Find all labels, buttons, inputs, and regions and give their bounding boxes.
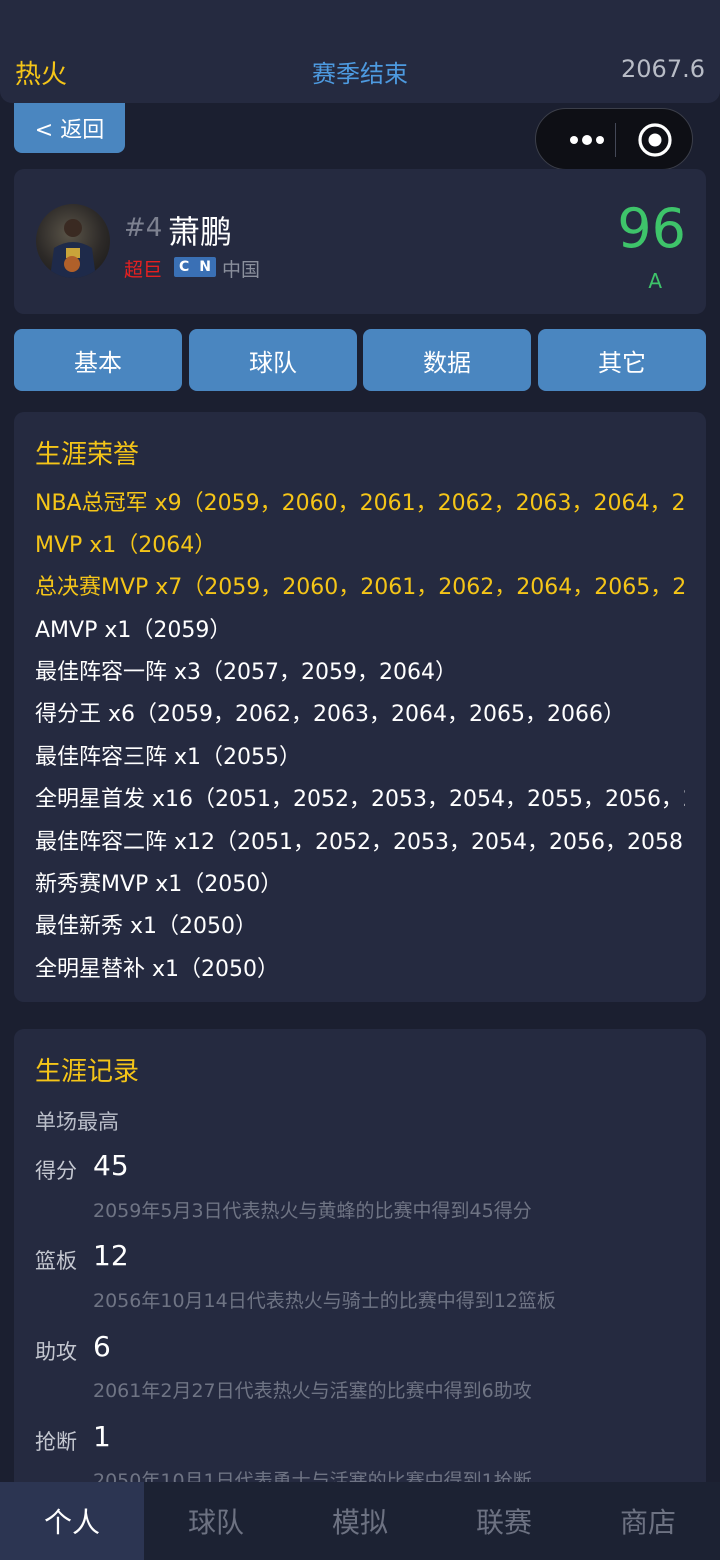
nav-league[interactable]: 联赛 [432,1482,576,1560]
player-name: 萧鹏 [168,213,233,251]
honor-item: 新秀赛MVP x1（2050） [35,872,283,897]
record-label: 篮板 [35,1249,77,1273]
tab-stats[interactable]: 数据 [363,329,531,391]
nav-team[interactable]: 球队 [144,1482,288,1560]
top-bar: 热火 赛季结束 2067.6 [0,0,720,103]
close-mini-program-icon[interactable] [637,122,673,158]
jersey-number: #4 [124,213,163,243]
honor-item: 最佳阵容一阵 x3（2057，2059，2064） [35,660,457,685]
records-subtitle: 单场最高 [35,1110,119,1134]
more-icon[interactable] [558,122,616,158]
record-description: 2061年2月27日代表热火与活塞的比赛中得到6助攻 [93,1380,532,1402]
honor-item: 全明星替补 x1（2050） [35,957,279,982]
honor-item: AMVP x1（2059） [35,618,232,643]
honor-item: 最佳阵容二阵 x12（2051，2052，2053，2054，2056，2058… [35,830,685,855]
record-description: 2059年5月3日代表热火与黄蜂的比赛中得到45得分 [93,1200,532,1222]
nav-shop[interactable]: 商店 [576,1482,720,1560]
overall-rating: 96 [617,197,686,260]
player-country: 中国 [222,259,261,281]
player-tier-badge: 超巨 [124,259,163,281]
record-value: 1 [93,1420,111,1453]
honor-item: 最佳新秀 x1（2050） [35,914,257,939]
honor-item: NBA总冠军 x9（2059，2060，2061，2062，2063，2064，… [35,491,685,516]
record-label: 得分 [35,1159,77,1183]
country-code-letter: N [199,259,211,275]
money-balance: 2067.6 [621,55,705,83]
honor-item: MVP x1（2064） [35,533,217,558]
section-title: 生涯记录 [35,1057,140,1087]
record-label: 助攻 [35,1340,77,1364]
honor-item: 总决赛MVP x7（2059，2060，2061，2062，2064，2065，… [35,575,685,600]
tab-other[interactable]: 其它 [538,329,706,391]
career-honors-panel: 生涯荣誉 NBA总冠军 x9（2059，2060，2061，2062，2063，… [14,412,706,1002]
nav-simulate[interactable]: 模拟 [288,1482,432,1560]
section-title: 生涯荣誉 [35,440,140,470]
tab-team[interactable]: 球队 [189,329,357,391]
page: 热火 赛季结束 2067.6 < 返回 #4 萧鹏 超巨 C N 中国 96 A… [0,0,720,1560]
country-flag-badge: C N [174,257,216,277]
record-value: 12 [93,1239,129,1272]
back-button[interactable]: < 返回 [14,103,125,153]
bottom-nav: 个人 球队 模拟 联赛 商店 [0,1482,720,1560]
honor-item: 最佳阵容三阵 x1（2055） [35,745,301,770]
record-value: 45 [93,1149,129,1182]
player-avatar [36,204,110,278]
player-card: #4 萧鹏 超巨 C N 中国 96 A [14,169,706,314]
honor-item: 全明星首发 x16（2051，2052，2053，2054，2055，2056，… [35,787,685,812]
nav-personal[interactable]: 个人 [0,1482,144,1560]
mini-program-capsule [535,108,693,170]
record-description: 2056年10月14日代表热火与骑士的比赛中得到12篮板 [93,1290,556,1312]
record-value: 6 [93,1330,111,1363]
capsule-divider [615,123,616,157]
country-code-letter: C [179,259,190,275]
honor-item: 得分王 x6（2059，2062，2063，2064，2065，2066） [35,702,625,727]
rating-grade: A [648,269,662,293]
record-label: 抢断 [35,1430,77,1454]
career-records-panel: 生涯记录 单场最高 得分 45 2059年5月3日代表热火与黄蜂的比赛中得到45… [14,1029,706,1560]
season-status: 赛季结束 [312,60,408,88]
tab-basic[interactable]: 基本 [14,329,182,391]
